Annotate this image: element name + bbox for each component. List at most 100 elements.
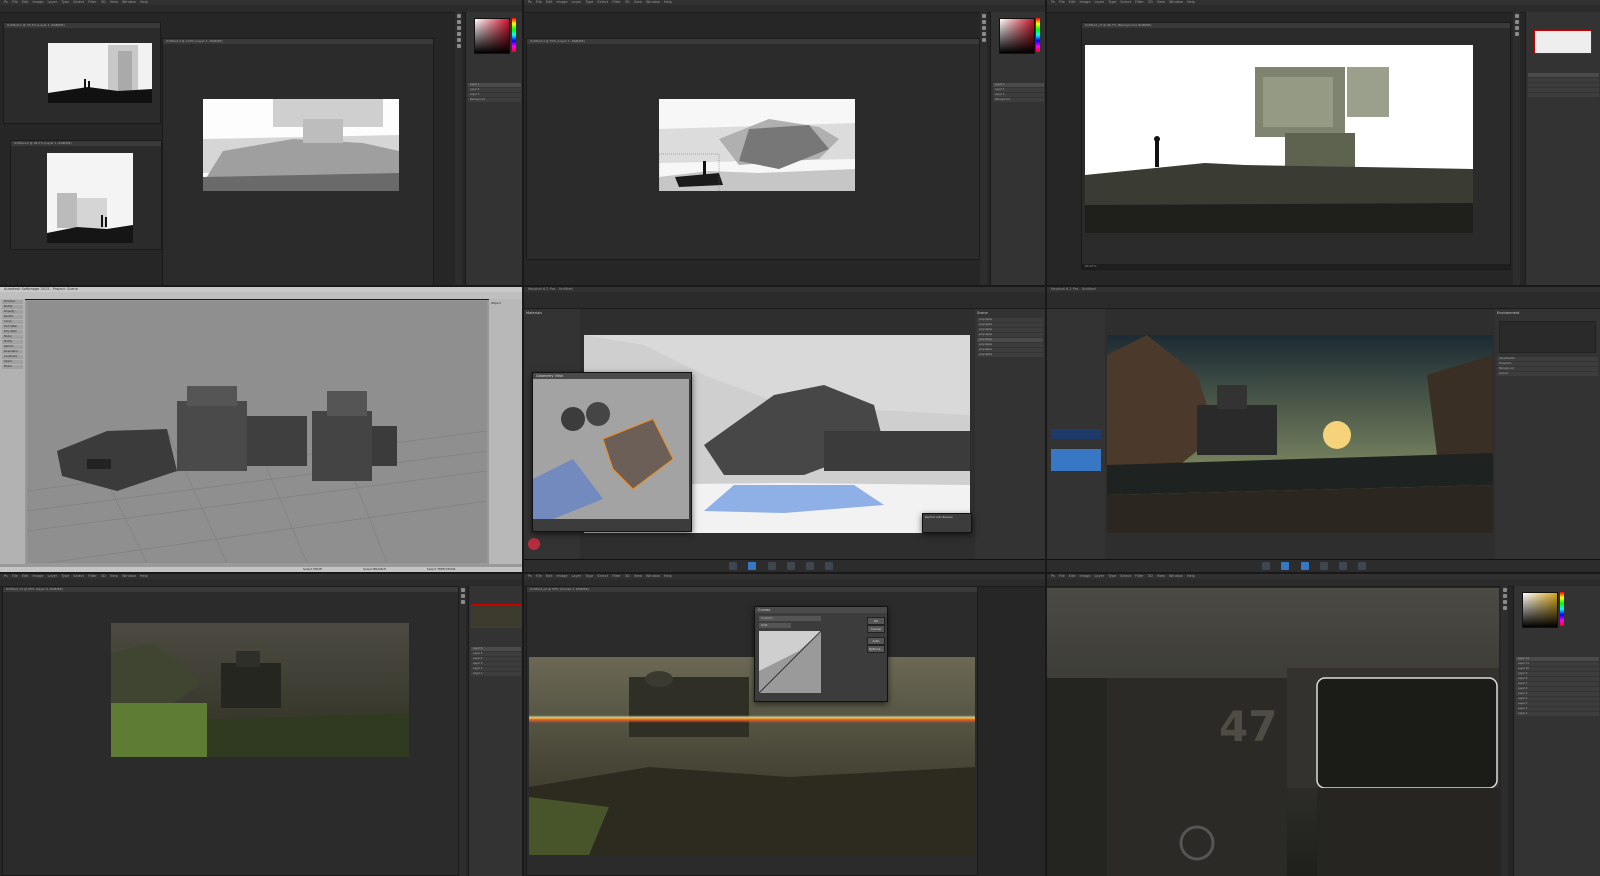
lasso-tool-icon[interactable]: [981, 26, 986, 30]
menu-item[interactable]: Image: [33, 0, 44, 4]
project-button[interactable]: [1300, 562, 1309, 570]
brush-tool-icon[interactable]: [460, 594, 465, 598]
render-button[interactable]: [825, 562, 834, 570]
menu-item[interactable]: Modify: [2, 305, 23, 309]
cancel-button[interactable]: Cancel: [867, 625, 885, 633]
menu-item[interactable]: View: [634, 574, 642, 578]
lasso-tool-icon[interactable]: [456, 26, 461, 30]
layer-row[interactable]: Layer 6: [471, 647, 521, 651]
move-tool-icon[interactable]: [1502, 588, 1507, 592]
doc-window-c[interactable]: Untitled-3 @ 100% (Layer 1, RGB/8#): [162, 38, 434, 285]
menu-item[interactable]: Window: [646, 0, 660, 4]
menu-item[interactable]: Edit: [22, 574, 29, 578]
menu-item[interactable]: Window: [646, 574, 660, 578]
menu-item[interactable]: Edit: [22, 0, 29, 4]
eraser-tool-icon[interactable]: [460, 600, 465, 604]
brush-tool-icon[interactable]: [981, 32, 986, 36]
menu-item[interactable]: Model: [2, 365, 23, 369]
menu-item[interactable]: Help: [664, 574, 672, 578]
gradient-tool-icon[interactable]: [456, 44, 461, 48]
doc-tab[interactable]: Untitled_v4 @ 50% (Curves 1, RGB/8#): [527, 587, 977, 592]
tool-strip[interactable]: [1513, 12, 1520, 285]
menu-item[interactable]: 3D: [1148, 574, 1153, 578]
keyshotvr-button[interactable]: [1339, 562, 1348, 570]
hdri-thumb-selected[interactable]: [1051, 449, 1101, 471]
menu-item[interactable]: Help: [1187, 0, 1195, 4]
menu-item[interactable]: Help: [664, 0, 672, 4]
layer-row[interactable]: [1528, 83, 1599, 87]
doc-window-b[interactable]: Untitled-2 @ 66.7% (Layer 1, RGB/8#): [10, 140, 162, 250]
hdri-thumb[interactable]: [1051, 429, 1101, 439]
layer-row[interactable]: Layer 2: [1516, 707, 1599, 711]
menu-item[interactable]: Property: [2, 310, 23, 314]
menu-item[interactable]: Filter: [1135, 574, 1144, 578]
menu-item[interactable]: Filter: [612, 574, 621, 578]
layer-row[interactable]: Layer 3: [993, 93, 1044, 97]
auto-revision-notice[interactable]: KeyShot Auto Revision: [922, 513, 972, 533]
section-header[interactable]: Background: [1497, 367, 1598, 371]
layer-row[interactable]: [1528, 88, 1599, 92]
menu-item[interactable]: Filter: [1135, 0, 1144, 4]
curves-dialog[interactable]: Curves Custom RGB OK Cancel Auto Options…: [754, 606, 888, 702]
menu-item[interactable]: File: [1059, 0, 1065, 4]
move-tool-icon[interactable]: [1514, 14, 1519, 18]
menu-item[interactable]: Poly. Mesh: [2, 330, 23, 334]
menu-item[interactable]: Image: [557, 0, 568, 4]
menu-item[interactable]: View: [1157, 574, 1165, 578]
scene-item[interactable]: polyobjets: [977, 353, 1043, 357]
layer-row[interactable]: Layer 11: [1516, 662, 1599, 666]
section-header[interactable]: Adjustments: [1497, 357, 1598, 361]
project-button[interactable]: [767, 562, 776, 570]
menu-item[interactable]: View: [110, 0, 118, 4]
env-preview[interactable]: [1499, 321, 1596, 353]
menu-item[interactable]: Window: [122, 0, 136, 4]
menu-item[interactable]: Constraint: [2, 355, 23, 359]
curves-graph[interactable]: [759, 631, 821, 693]
menu-item[interactable]: 3D: [101, 574, 106, 578]
animation-button[interactable]: [1319, 562, 1328, 570]
menu-item[interactable]: Edit: [1069, 574, 1076, 578]
doc-window[interactable]: Untitled_v3 @ 66.7% (Background, RGB/8#)…: [1081, 22, 1511, 270]
menu-item[interactable]: Render: [2, 315, 23, 319]
tool-strip[interactable]: [980, 12, 987, 285]
preset-select[interactable]: Custom: [759, 616, 821, 621]
menu-item[interactable]: 3D: [101, 0, 106, 4]
render-viewport[interactable]: [1107, 335, 1493, 533]
scene-item[interactable]: polyobjets: [977, 333, 1043, 337]
menu-item[interactable]: Layer: [47, 0, 57, 4]
hue-slider[interactable]: [1560, 592, 1564, 626]
doc-window-a[interactable]: Untitled-1 @ 33.3% (Layer 1, RGB/8#): [3, 22, 161, 124]
menu-item[interactable]: Surf. Mesh: [2, 325, 23, 329]
layer-row[interactable]: [1528, 73, 1599, 77]
menu-item[interactable]: View: [110, 574, 118, 578]
lasso-tool-icon[interactable]: [1514, 26, 1519, 30]
ok-button[interactable]: OK: [867, 617, 885, 625]
menu-item[interactable]: 3D: [625, 574, 630, 578]
move-tool-icon[interactable]: [460, 588, 465, 592]
menu-item[interactable]: Select: [2, 360, 23, 364]
doc-tab[interactable]: Untitled-3 @ 100% (Layer 1, RGB/8#): [163, 39, 433, 44]
layer-row[interactable]: [1528, 93, 1599, 97]
menu-item[interactable]: Select: [1120, 574, 1131, 578]
layer-row[interactable]: Layer 2: [468, 88, 521, 92]
menu-item[interactable]: File: [12, 0, 18, 4]
layer-row[interactable]: Layer 3: [1516, 702, 1599, 706]
color-picker[interactable]: [474, 18, 510, 54]
3d-viewport[interactable]: [27, 301, 487, 563]
eraser-tool-icon[interactable]: [1502, 600, 1507, 604]
import-button[interactable]: [1262, 562, 1270, 570]
layer-row[interactable]: Layer 5: [1516, 692, 1599, 696]
menu-item[interactable]: Image: [33, 574, 44, 578]
eraser-tool-icon[interactable]: [456, 38, 461, 42]
layer-row[interactable]: Layer 2: [993, 88, 1044, 92]
layer-row[interactable]: Layer 9: [1516, 672, 1599, 676]
menu-item[interactable]: View: [634, 0, 642, 4]
menu-item[interactable]: Layer: [571, 0, 581, 4]
hue-slider[interactable]: [1036, 18, 1040, 52]
layer-row[interactable]: Layer 1: [471, 672, 521, 676]
move-tool-icon[interactable]: [456, 14, 461, 18]
menu-item[interactable]: Image: [1080, 574, 1091, 578]
brush-tool-icon[interactable]: [1514, 32, 1519, 36]
animation-button[interactable]: [786, 562, 795, 570]
layer-row[interactable]: Layer 2: [471, 667, 521, 671]
